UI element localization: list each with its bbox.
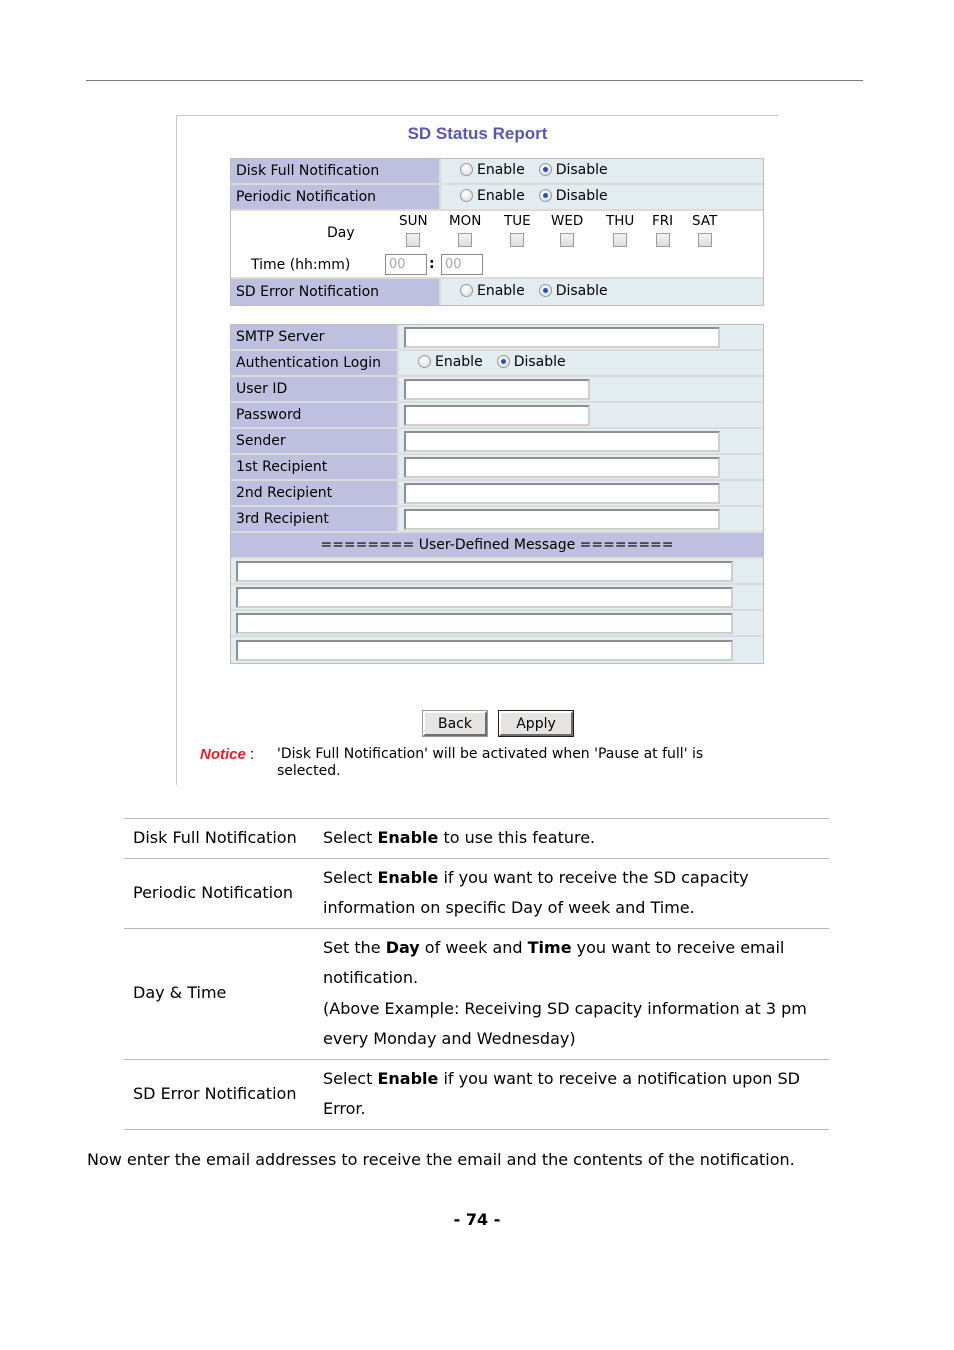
thu-checkbox[interactable] <box>613 233 628 247</box>
page-number: - 74 - <box>453 1210 501 1229</box>
sd-error-label: SD Error Notification <box>231 279 441 305</box>
periodic-disable-radio[interactable] <box>538 189 552 203</box>
fri-checkbox[interactable] <box>655 233 670 247</box>
apply-button[interactable]: Apply <box>499 711 573 736</box>
day-sun: SUN <box>399 213 428 247</box>
message-line-4-input[interactable] <box>236 639 733 661</box>
description-table: Disk Full Notification Select Enable to u… <box>124 818 829 1130</box>
auth-login-label: Authentication Login <box>231 351 399 377</box>
password-label: Password <box>231 403 399 429</box>
message-line-3-input[interactable] <box>236 612 733 634</box>
time-label: Time (hh:mm) <box>251 257 351 273</box>
day-mon: MON <box>449 213 481 247</box>
sd-status-report-screenshot: SD Status Report Disk Full Notification … <box>176 115 778 785</box>
recipient-2-input[interactable] <box>404 482 720 504</box>
auth-enable-radio[interactable] <box>418 355 431 369</box>
message-line-1-input[interactable] <box>236 560 733 582</box>
description-row: SD Error Notification Select Enable if yo… <box>124 1058 829 1130</box>
description-row: Disk Full Notification Select Enable to u… <box>124 818 829 859</box>
sender-label: Sender <box>231 429 399 455</box>
notice-text: 'Disk Full Notification' will be activat… <box>277 746 704 779</box>
recipient-2-label: 2nd Recipient <box>231 481 399 507</box>
description-row: Periodic Notification Select Enable if yo… <box>124 857 829 929</box>
auth-disable-radio[interactable] <box>496 355 510 369</box>
sd-error-disable-radio[interactable] <box>538 284 552 298</box>
recipient-3-label: 3rd Recipient <box>231 507 399 533</box>
sat-checkbox[interactable] <box>697 233 712 247</box>
wed-checkbox[interactable] <box>560 233 575 247</box>
password-input[interactable] <box>404 404 590 426</box>
minute-input[interactable] <box>441 254 483 275</box>
description-term: SD Error Notification <box>124 1058 313 1130</box>
notice-label: Notice : <box>200 746 255 763</box>
back-button[interactable]: Back <box>423 711 487 736</box>
user-message-header: ======== User-Defined Message ======== <box>231 533 763 559</box>
description-text: Set the Day of week and Time you want to… <box>313 927 829 1060</box>
day-label: Day <box>327 225 355 241</box>
sd-error-row: SD Error Notification Enable Disable <box>231 279 763 305</box>
description-text: Select Enable if you want to receive a n… <box>313 1058 829 1130</box>
time-separator: : <box>429 256 435 272</box>
description-term: Periodic Notification <box>124 857 313 929</box>
hour-input[interactable] <box>385 254 427 275</box>
periodic-enable-radio[interactable] <box>460 189 473 203</box>
disk-full-row: Disk Full Notification Enable Disable <box>231 159 763 185</box>
user-id-label: User ID <box>231 377 399 403</box>
day-sat: SAT <box>692 213 717 247</box>
message-line-2-input[interactable] <box>236 586 733 608</box>
smtp-server-label: SMTP Server <box>231 325 399 351</box>
sd-error-enable-radio[interactable] <box>460 284 473 298</box>
sender-input[interactable] <box>404 430 720 452</box>
body-paragraph: Now enter the email addresses to receive… <box>87 1150 795 1169</box>
mon-checkbox[interactable] <box>458 233 473 247</box>
disk-full-enable-radio[interactable] <box>460 163 473 177</box>
day-wed: WED <box>551 213 583 247</box>
description-row: Day & Time Set the Day of week and Time y… <box>124 927 829 1060</box>
day-tue: TUE <box>504 213 531 247</box>
smtp-server-input[interactable] <box>404 326 720 348</box>
notification-table: Disk Full Notification Enable Disable Pe… <box>230 158 764 306</box>
description-text: Select Enable if you want to receive the… <box>313 857 829 929</box>
description-term: Day & Time <box>124 927 313 1060</box>
user-id-input[interactable] <box>404 378 590 400</box>
smtp-table: SMTP Server Authentication Login Enable … <box>230 324 764 664</box>
disk-full-disable-radio[interactable] <box>538 163 552 177</box>
header-rule <box>86 80 863 81</box>
tue-checkbox[interactable] <box>510 233 525 247</box>
recipient-1-input[interactable] <box>404 456 720 478</box>
schedule-row: Day SUN MON TUE WED THU FRI SAT Time (hh… <box>231 211 763 279</box>
day-thu: THU <box>606 213 634 247</box>
sun-checkbox[interactable] <box>406 233 421 247</box>
recipient-3-input[interactable] <box>404 508 720 530</box>
description-term: Disk Full Notification <box>124 818 313 859</box>
recipient-1-label: 1st Recipient <box>231 455 399 481</box>
periodic-row: Periodic Notification Enable Disable <box>231 185 763 211</box>
periodic-label: Periodic Notification <box>231 185 441 211</box>
description-text: Select Enable to use this feature. <box>313 818 829 859</box>
day-fri: FRI <box>652 213 673 247</box>
disk-full-label: Disk Full Notification <box>231 159 441 185</box>
page-title: SD Status Report <box>407 124 548 143</box>
